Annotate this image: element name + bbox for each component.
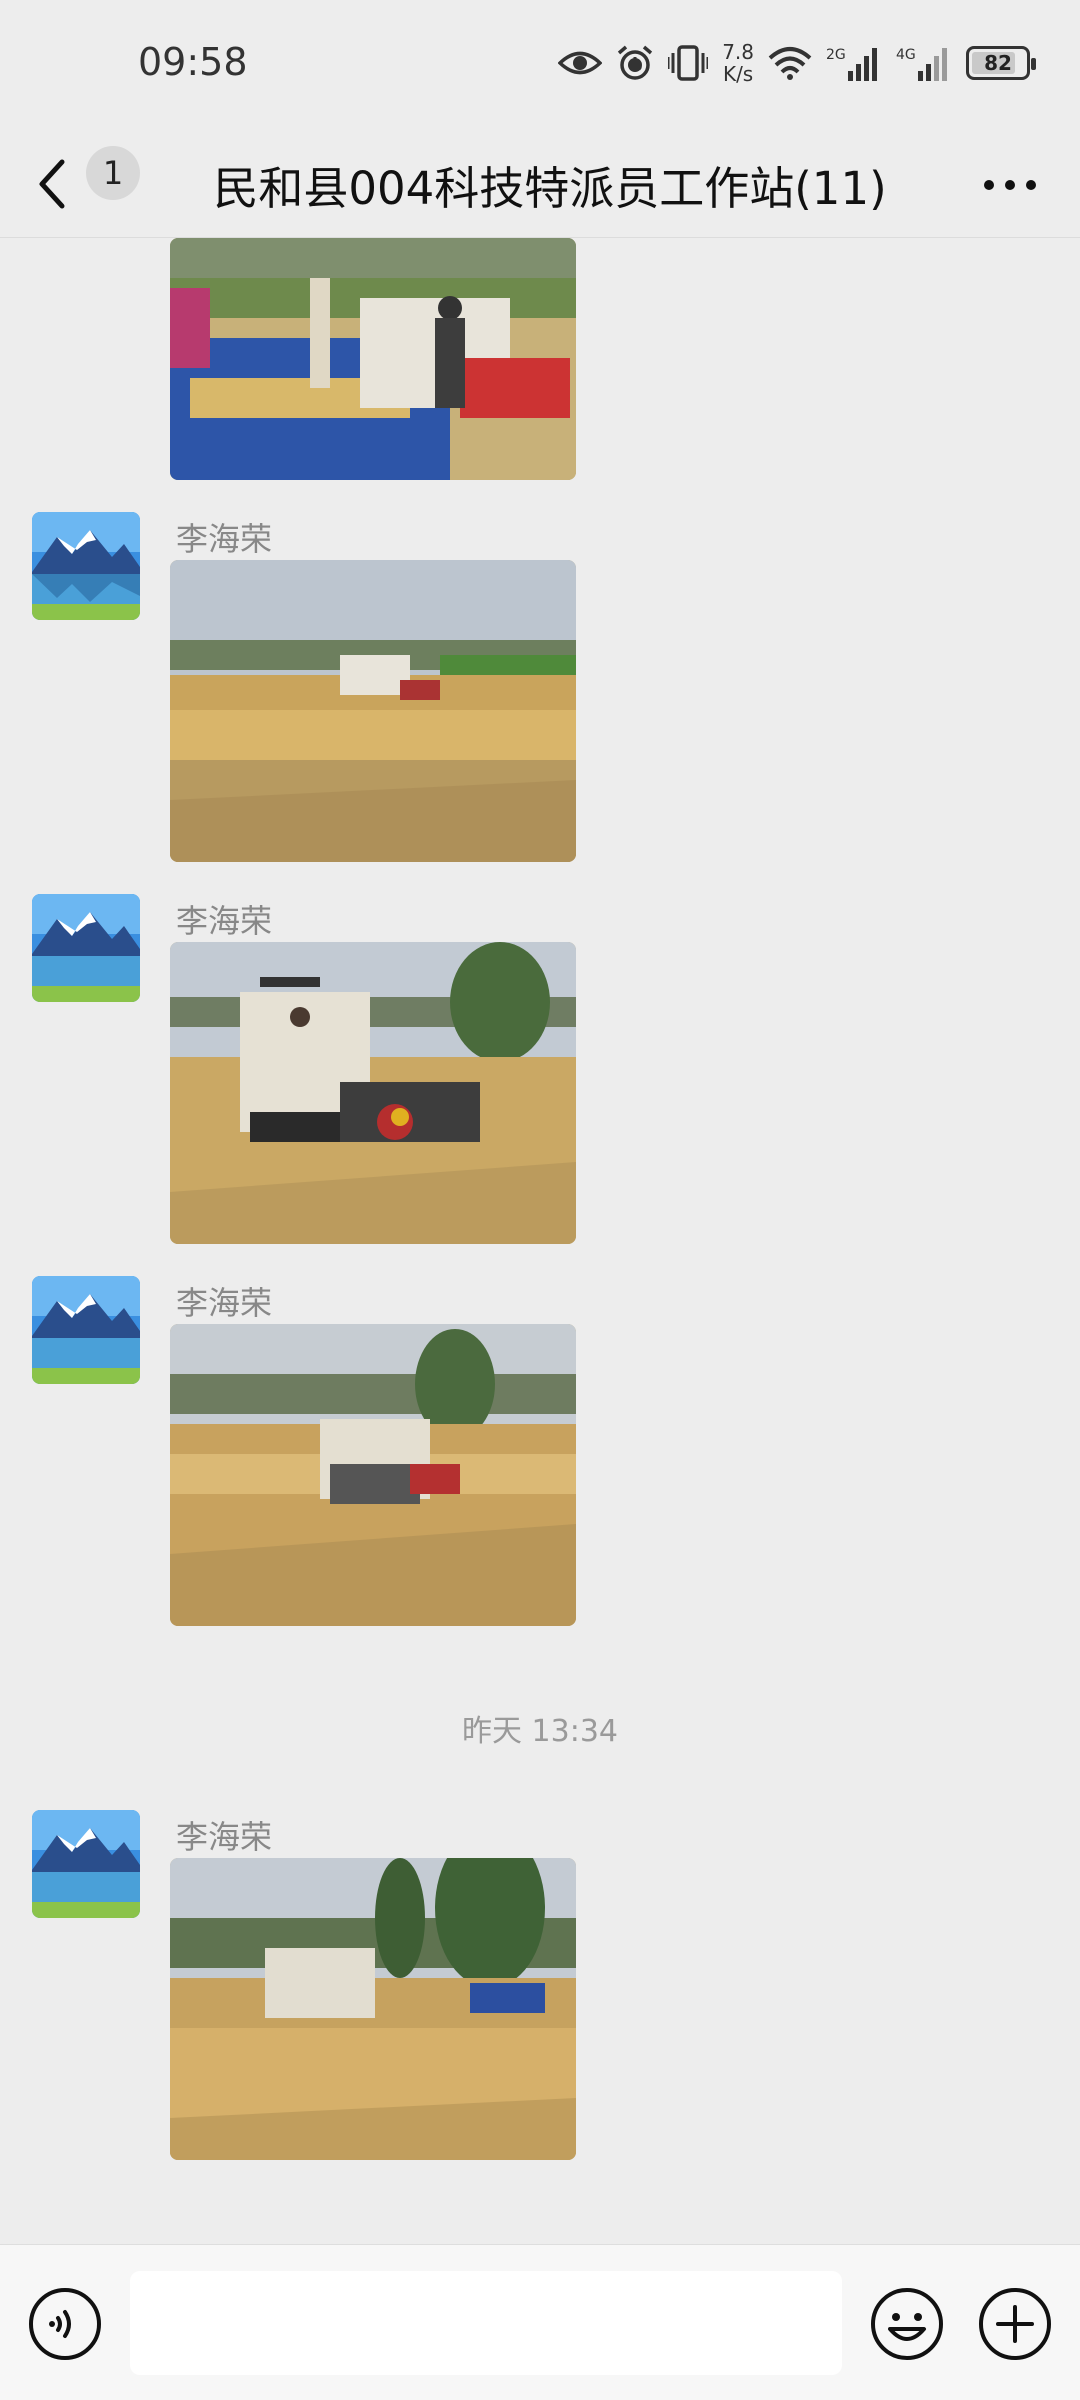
message-input[interactable]: [130, 2271, 842, 2375]
more-icon: [984, 180, 1036, 190]
timestamp-divider: 昨天 13:34: [462, 1714, 618, 1749]
avatar-mountain-lake: [32, 1810, 140, 1918]
photo-harvester-truck: [170, 1858, 576, 2160]
avatar[interactable]: [32, 1810, 140, 1918]
eye-icon: [558, 51, 603, 75]
chevron-left-icon: [39, 159, 65, 209]
network-speed-unit: K/s: [722, 62, 754, 86]
battery-icon: 82: [966, 46, 1036, 80]
photo-harvester-front: [170, 942, 576, 1244]
sender-name: 李海荣: [176, 902, 273, 940]
avatar-mountain-lake: [32, 1276, 140, 1384]
signal-sim2-icon: 4G: [896, 47, 947, 81]
photo-harvester-harvesting: [170, 1324, 576, 1626]
alarm-icon: [618, 45, 653, 80]
photo-harvester-distant: [170, 560, 576, 862]
message-photo[interactable]: [170, 1324, 576, 1626]
wifi-icon: [768, 47, 812, 80]
status-time: 09:58: [138, 40, 248, 84]
avatar-mountain-lake: [32, 894, 140, 1002]
sender-name: 李海荣: [176, 1818, 273, 1856]
voice-button[interactable]: [28, 2287, 102, 2361]
sim2-label: 4G: [896, 47, 916, 63]
sim1-label: 2G: [826, 47, 846, 63]
more-options-button[interactable]: [970, 150, 1050, 220]
battery-level: 82: [984, 51, 1012, 75]
avatar-mountain-lake: [32, 512, 140, 620]
unread-count-badge[interactable]: 1: [86, 146, 140, 200]
more-functions-button[interactable]: [978, 2287, 1052, 2361]
emoji-button[interactable]: [870, 2287, 944, 2361]
network-speed-value: 7.8: [722, 40, 754, 64]
network-speed: 7.8 K/s: [722, 41, 754, 85]
chat-title: 民和县004科技特派员工作站(11): [213, 161, 887, 215]
message-photo[interactable]: [170, 1858, 576, 2160]
message-photo[interactable]: [170, 942, 576, 1244]
signal-sim1-icon: 2G: [826, 47, 877, 81]
message-photo[interactable]: [170, 560, 576, 862]
message-list[interactable]: 李海荣 李海荣 李海荣 昨天 13:34 李海荣: [0, 238, 1080, 2244]
input-bar: [0, 2244, 1080, 2400]
sender-name: 李海荣: [176, 520, 273, 558]
vibrate-icon: [668, 45, 709, 81]
emoji-icon: [871, 2288, 943, 2360]
avatar[interactable]: [32, 1276, 140, 1384]
photo-grain-unloading: [170, 238, 576, 480]
voice-icon: [29, 2288, 101, 2360]
status-bar: 09:58 7.8 K/s 2G 4G 82: [0, 0, 1080, 130]
avatar[interactable]: [32, 894, 140, 1002]
avatar[interactable]: [32, 512, 140, 620]
sender-name: 李海荣: [176, 1284, 273, 1322]
status-icons: 7.8 K/s 2G 4G 82: [558, 38, 1036, 88]
message-photo[interactable]: [170, 238, 576, 480]
plus-icon: [979, 2288, 1051, 2360]
